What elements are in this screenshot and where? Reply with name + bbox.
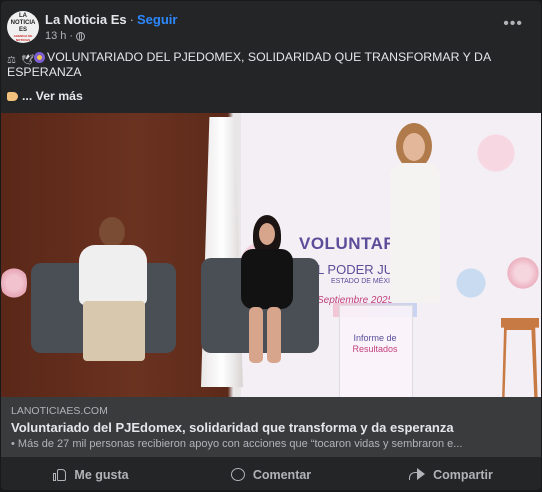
see-more-label: ... Ver más bbox=[22, 89, 83, 103]
post-header: LA NOTICIA ES AGENCIA DE NOTICIAS La Not… bbox=[7, 9, 533, 45]
see-more-link[interactable]: ... Ver más bbox=[7, 89, 83, 103]
page-avatar[interactable]: LA NOTICIA ES AGENCIA DE NOTICIAS bbox=[7, 11, 39, 43]
post-text: ⚖ 🕊 VOLUNTARIADO DEL PJEDOMEX, SOLIDARIDAD… bbox=[7, 50, 527, 80]
link-description: • Más de 27 mil personas recibieron apoy… bbox=[11, 438, 463, 450]
post-text-body: VOLUNTARIADO DEL PJEDOMEX, SOLIDARIDAD Q… bbox=[7, 50, 491, 79]
man-figure bbox=[71, 217, 161, 367]
page-name-link[interactable]: La Noticia Es bbox=[45, 12, 127, 27]
share-arrow-icon bbox=[409, 468, 426, 481]
like-label: Me gusta bbox=[74, 467, 129, 482]
pointing-hand-icon bbox=[7, 92, 18, 101]
podium-sign: Informe de Resultados bbox=[346, 333, 404, 355]
globe-icon[interactable] bbox=[76, 31, 86, 41]
link-preview[interactable]: LANOTICIAES.COM Voluntariado del PJEdome… bbox=[1, 397, 541, 457]
follow-button[interactable]: Seguir bbox=[137, 12, 177, 27]
scale-icon: ⚖ bbox=[7, 55, 16, 66]
flower-vase-left bbox=[1, 263, 27, 303]
name-separator: · bbox=[129, 12, 134, 27]
page-name-row: La Noticia Es · Seguir bbox=[45, 12, 177, 27]
podium-line1: Informe de bbox=[353, 333, 397, 343]
podium-line2: Resultados bbox=[352, 344, 398, 354]
flower-icon bbox=[34, 52, 45, 63]
link-domain: LANOTICIAES.COM bbox=[11, 405, 108, 417]
share-label: Compartir bbox=[433, 467, 493, 482]
woman-figure bbox=[233, 215, 303, 365]
avatar-logo-text: LA NOTICIA ES bbox=[10, 12, 36, 33]
action-bar: Me gusta Comentar Compartir bbox=[1, 459, 541, 490]
like-button[interactable]: Me gusta bbox=[1, 459, 181, 490]
comment-bubble-icon bbox=[230, 468, 245, 481]
avatar-logo-subtext: AGENCIA DE NOTICIAS bbox=[13, 33, 33, 42]
post-card: LA NOTICIA ES AGENCIA DE NOTICIAS La Not… bbox=[1, 1, 541, 490]
flower-vase-right bbox=[507, 253, 539, 293]
post-meta: 13 h · bbox=[45, 30, 86, 42]
more-options-icon[interactable]: ••• bbox=[503, 16, 523, 32]
comment-button[interactable]: Comentar bbox=[181, 459, 361, 490]
post-photo[interactable]: VOLUNTARIADO DEL PODER JUDICIAL ESTADO D… bbox=[1, 113, 541, 397]
comment-label: Comentar bbox=[252, 467, 312, 482]
thumbs-up-icon bbox=[53, 468, 67, 481]
post-time-link[interactable]: 13 h bbox=[45, 30, 66, 42]
share-button[interactable]: Compartir bbox=[361, 459, 541, 490]
meta-separator: · bbox=[69, 30, 74, 42]
link-title[interactable]: Voluntariado del PJEdomex, solidaridad q… bbox=[11, 420, 454, 435]
speaker-figure bbox=[386, 123, 444, 323]
dove-icon: 🕊 bbox=[21, 55, 34, 66]
